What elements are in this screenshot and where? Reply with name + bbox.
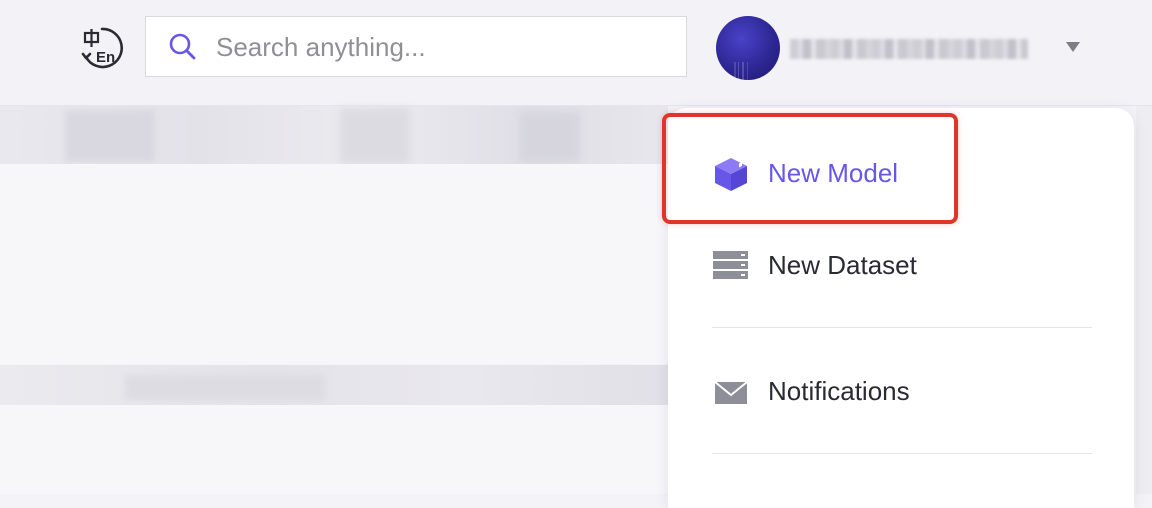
background-decoration bbox=[520, 112, 580, 162]
avatar[interactable] bbox=[716, 16, 780, 80]
top-bar: En bbox=[0, 0, 1152, 106]
search-input[interactable] bbox=[214, 17, 678, 77]
user-dropdown-menu: New Model New Dataset Notifications bbox=[668, 108, 1134, 508]
svg-text:En: En bbox=[96, 49, 115, 66]
menu-item-label: New Model bbox=[768, 158, 899, 188]
cube-icon bbox=[712, 156, 750, 192]
background-decoration bbox=[65, 110, 155, 162]
content-panel-lower bbox=[0, 405, 668, 494]
menu-item-new-dataset[interactable]: New Dataset bbox=[668, 230, 1134, 302]
search-box[interactable] bbox=[145, 16, 687, 77]
menu-divider bbox=[712, 453, 1092, 454]
background-decoration bbox=[125, 375, 325, 400]
menu-divider bbox=[712, 327, 1092, 328]
envelope-icon bbox=[712, 374, 750, 410]
background-decoration bbox=[340, 108, 410, 164]
avatar-image bbox=[734, 62, 754, 80]
content-panel bbox=[0, 164, 668, 364]
username-redacted bbox=[790, 39, 1028, 59]
background-stripe bbox=[0, 365, 668, 405]
menu-item-notifications[interactable]: Notifications bbox=[668, 356, 1134, 428]
menu-item-label: Notifications bbox=[768, 376, 910, 406]
search-icon bbox=[168, 32, 198, 62]
zh-en-language-icon[interactable]: En bbox=[78, 24, 126, 72]
menu-item-label: New Dataset bbox=[768, 250, 917, 280]
page-edge bbox=[1136, 106, 1152, 494]
menu-item-new-model[interactable]: New Model bbox=[668, 138, 1134, 210]
server-stack-icon bbox=[712, 248, 750, 284]
caret-down-icon[interactable] bbox=[1066, 42, 1080, 52]
